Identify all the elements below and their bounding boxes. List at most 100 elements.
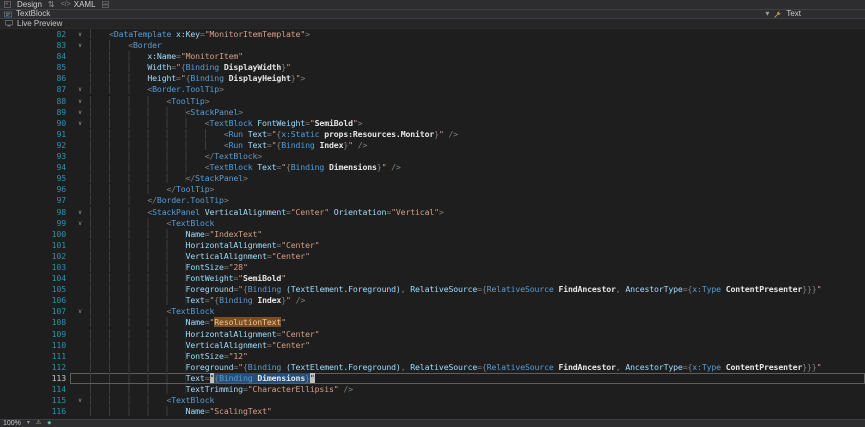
line-number[interactable]: 108 bbox=[0, 317, 70, 328]
code-line-114[interactable]: 114 TextTrimming="CharacterEllipsis" /> bbox=[0, 384, 865, 395]
fold-chevron-icon[interactable]: ∨ bbox=[70, 395, 90, 406]
line-number[interactable]: 82 bbox=[0, 29, 70, 40]
code-line-99[interactable]: 99∨ <TextBlock bbox=[0, 218, 865, 229]
design-pane-icon[interactable] bbox=[4, 1, 11, 8]
code-line-106[interactable]: 106 Text="{Binding Index}" /> bbox=[0, 295, 865, 306]
code-text[interactable]: TextTrimming="CharacterEllipsis" /> bbox=[90, 384, 865, 395]
warning-icon[interactable]: ⚠ bbox=[36, 420, 41, 427]
code-line-103[interactable]: 103 FontSize="28" bbox=[0, 262, 865, 273]
code-text[interactable]: HorizontalAlignment="Center" bbox=[90, 240, 865, 251]
code-text[interactable]: Height="{Binding DisplayHeight}"> bbox=[90, 73, 865, 84]
line-number[interactable]: 110 bbox=[0, 340, 70, 351]
code-text[interactable]: x:Name="MonitorItem" bbox=[90, 51, 865, 62]
code-text[interactable]: FontSize="28" bbox=[90, 262, 865, 273]
fold-chevron-icon[interactable]: ∨ bbox=[70, 218, 90, 229]
code-line-102[interactable]: 102 VerticalAlignment="Center" bbox=[0, 251, 865, 262]
code-line-87[interactable]: 87∨ <Border.ToolTip> bbox=[0, 84, 865, 95]
code-line-84[interactable]: 84 x:Name="MonitorItem" bbox=[0, 51, 865, 62]
code-line-96[interactable]: 96 </ToolTip> bbox=[0, 184, 865, 195]
breadcrumb-action-label[interactable]: Text bbox=[786, 10, 801, 18]
line-number[interactable]: 113 bbox=[0, 373, 70, 384]
code-line-110[interactable]: 110 VerticalAlignment="Center" bbox=[0, 340, 865, 351]
line-number[interactable]: 115 bbox=[0, 395, 70, 406]
code-text[interactable]: FontSize="12" bbox=[90, 351, 865, 362]
code-line-105[interactable]: 105 Foreground="{Binding (TextElement.Fo… bbox=[0, 284, 865, 295]
line-number[interactable]: 86 bbox=[0, 73, 70, 84]
code-line-101[interactable]: 101 HorizontalAlignment="Center" bbox=[0, 240, 865, 251]
line-number[interactable]: 84 bbox=[0, 51, 70, 62]
code-line-94[interactable]: 94 <TextBlock Text="{Binding Dimensions}… bbox=[0, 162, 865, 173]
code-text[interactable]: <TextBlock bbox=[90, 306, 865, 317]
line-number[interactable]: 88 bbox=[0, 96, 70, 107]
code-text[interactable]: FontWeight="SemiBold" bbox=[90, 273, 865, 284]
code-line-88[interactable]: 88∨ <ToolTip> bbox=[0, 96, 865, 107]
code-text[interactable]: Name="ScalingText" bbox=[90, 406, 865, 417]
code-line-93[interactable]: 93 </TextBlock> bbox=[0, 151, 865, 162]
live-preview-label[interactable]: Live Preview bbox=[17, 19, 62, 28]
code-text[interactable]: </Border.ToolTip> bbox=[90, 195, 865, 206]
code-line-109[interactable]: 109 HorizontalAlignment="Center" bbox=[0, 329, 865, 340]
code-line-112[interactable]: 112 Foreground="{Binding (TextElement.Fo… bbox=[0, 362, 865, 373]
code-text[interactable]: <Border bbox=[90, 40, 865, 51]
fold-chevron-icon[interactable]: ∨ bbox=[70, 107, 90, 118]
code-text[interactable]: </StackPanel> bbox=[90, 173, 865, 184]
zoom-level[interactable]: 100% bbox=[3, 420, 21, 427]
line-number[interactable]: 96 bbox=[0, 184, 70, 195]
code-text[interactable]: <ToolTip> bbox=[90, 96, 865, 107]
fold-chevron-icon[interactable]: ∨ bbox=[70, 306, 90, 317]
split-view-icon[interactable] bbox=[102, 1, 109, 8]
swap-panes-icon[interactable]: ⇅ bbox=[48, 0, 55, 9]
code-line-115[interactable]: 115∨ <TextBlock bbox=[0, 395, 865, 406]
document-health-icon[interactable]: ◆ bbox=[47, 420, 51, 427]
fold-chevron-icon[interactable]: ∨ bbox=[70, 84, 90, 95]
line-number[interactable]: 89 bbox=[0, 107, 70, 118]
line-number[interactable]: 94 bbox=[0, 162, 70, 173]
fold-chevron-icon[interactable]: ∨ bbox=[70, 118, 90, 129]
code-editor[interactable]: 82∨ <DataTemplate x:Key="MonitorItemTemp… bbox=[0, 29, 865, 419]
line-number[interactable]: 90 bbox=[0, 118, 70, 129]
code-line-91[interactable]: 91 <Run Text="{x:Static props:Resources.… bbox=[0, 129, 865, 140]
line-number[interactable]: 107 bbox=[0, 306, 70, 317]
code-text[interactable]: </ToolTip> bbox=[90, 184, 865, 195]
breadcrumb-caret-icon[interactable]: ▾ bbox=[765, 10, 769, 18]
line-number[interactable]: 100 bbox=[0, 229, 70, 240]
line-number[interactable]: 91 bbox=[0, 129, 70, 140]
code-text[interactable]: Text="{Binding Dimensions}" bbox=[90, 373, 865, 384]
code-text[interactable]: Name="IndexText" bbox=[90, 229, 865, 240]
code-line-85[interactable]: 85 Width="{Binding DisplayWidth}" bbox=[0, 62, 865, 73]
code-line-104[interactable]: 104 FontWeight="SemiBold" bbox=[0, 273, 865, 284]
code-line-90[interactable]: 90∨ <TextBlock FontWeight="SemiBold"> bbox=[0, 118, 865, 129]
line-number[interactable]: 102 bbox=[0, 251, 70, 262]
line-number[interactable]: 106 bbox=[0, 295, 70, 306]
line-number[interactable]: 109 bbox=[0, 329, 70, 340]
code-text[interactable]: <StackPanel> bbox=[90, 107, 865, 118]
code-text[interactable]: <StackPanel VerticalAlignment="Center" O… bbox=[90, 207, 865, 218]
code-line-83[interactable]: 83∨ <Border bbox=[0, 40, 865, 51]
code-text[interactable]: </TextBlock> bbox=[90, 151, 865, 162]
line-number[interactable]: 101 bbox=[0, 240, 70, 251]
line-number[interactable]: 85 bbox=[0, 62, 70, 73]
code-text[interactable]: Text="{Binding Index}" /> bbox=[90, 295, 865, 306]
code-line-86[interactable]: 86 Height="{Binding DisplayHeight}"> bbox=[0, 73, 865, 84]
code-text[interactable]: <Run Text="{x:Static props:Resources.Mon… bbox=[90, 129, 865, 140]
fold-chevron-icon[interactable]: ∨ bbox=[70, 40, 90, 51]
code-text[interactable]: HorizontalAlignment="Center" bbox=[90, 329, 865, 340]
code-text[interactable]: <Border.ToolTip> bbox=[90, 84, 865, 95]
code-text[interactable]: <DataTemplate x:Key="MonitorItemTemplate… bbox=[90, 29, 865, 40]
design-tab-label[interactable]: Design bbox=[17, 0, 42, 9]
line-number[interactable]: 83 bbox=[0, 40, 70, 51]
fold-chevron-icon[interactable]: ∨ bbox=[70, 29, 90, 40]
code-line-82[interactable]: 82∨ <DataTemplate x:Key="MonitorItemTemp… bbox=[0, 29, 865, 40]
tab-xaml[interactable]: </> XAML bbox=[61, 0, 96, 9]
line-number[interactable]: 116 bbox=[0, 406, 70, 417]
code-line-89[interactable]: 89∨ <StackPanel> bbox=[0, 107, 865, 118]
line-number[interactable]: 92 bbox=[0, 140, 70, 151]
wrench-icon[interactable] bbox=[774, 11, 781, 18]
code-text[interactable]: <TextBlock Text="{Binding Dimensions}" /… bbox=[90, 162, 865, 173]
code-line-107[interactable]: 107∨ <TextBlock bbox=[0, 306, 865, 317]
code-text[interactable]: <Run Text="{Binding Index}" /> bbox=[90, 140, 865, 151]
breadcrumb-element[interactable]: TextBlock bbox=[16, 10, 50, 18]
code-text[interactable]: Name="ResolutionText" bbox=[90, 317, 865, 328]
line-number[interactable]: 114 bbox=[0, 384, 70, 395]
code-text[interactable]: <TextBlock bbox=[90, 395, 865, 406]
